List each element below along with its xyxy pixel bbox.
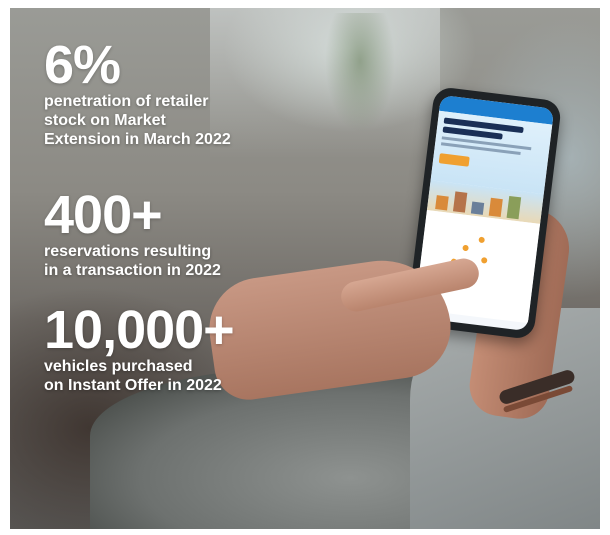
stat-value: 10,000+ [44, 300, 235, 360]
stat-description: vehicles purchased on Instant Offer in 2… [44, 358, 222, 394]
stat-vehicles-purchased: 10,000+ vehicles purchased on Instant Of… [44, 303, 304, 395]
stat-description: penetration of retailer stock on Market … [44, 93, 231, 148]
phone-cta-button [438, 153, 470, 167]
hero-photo-panel: 6% penetration of retailer stock on Mark… [10, 8, 600, 529]
stat-value: 6% [44, 35, 121, 95]
background-plant [325, 13, 395, 133]
stat-reservations: 400+ reservations resulting in a transac… [44, 188, 284, 280]
stat-retailer-penetration: 6% penetration of retailer stock on Mark… [44, 38, 284, 149]
stat-value: 400+ [44, 185, 163, 245]
stat-description: reservations resulting in a transaction … [44, 243, 221, 279]
